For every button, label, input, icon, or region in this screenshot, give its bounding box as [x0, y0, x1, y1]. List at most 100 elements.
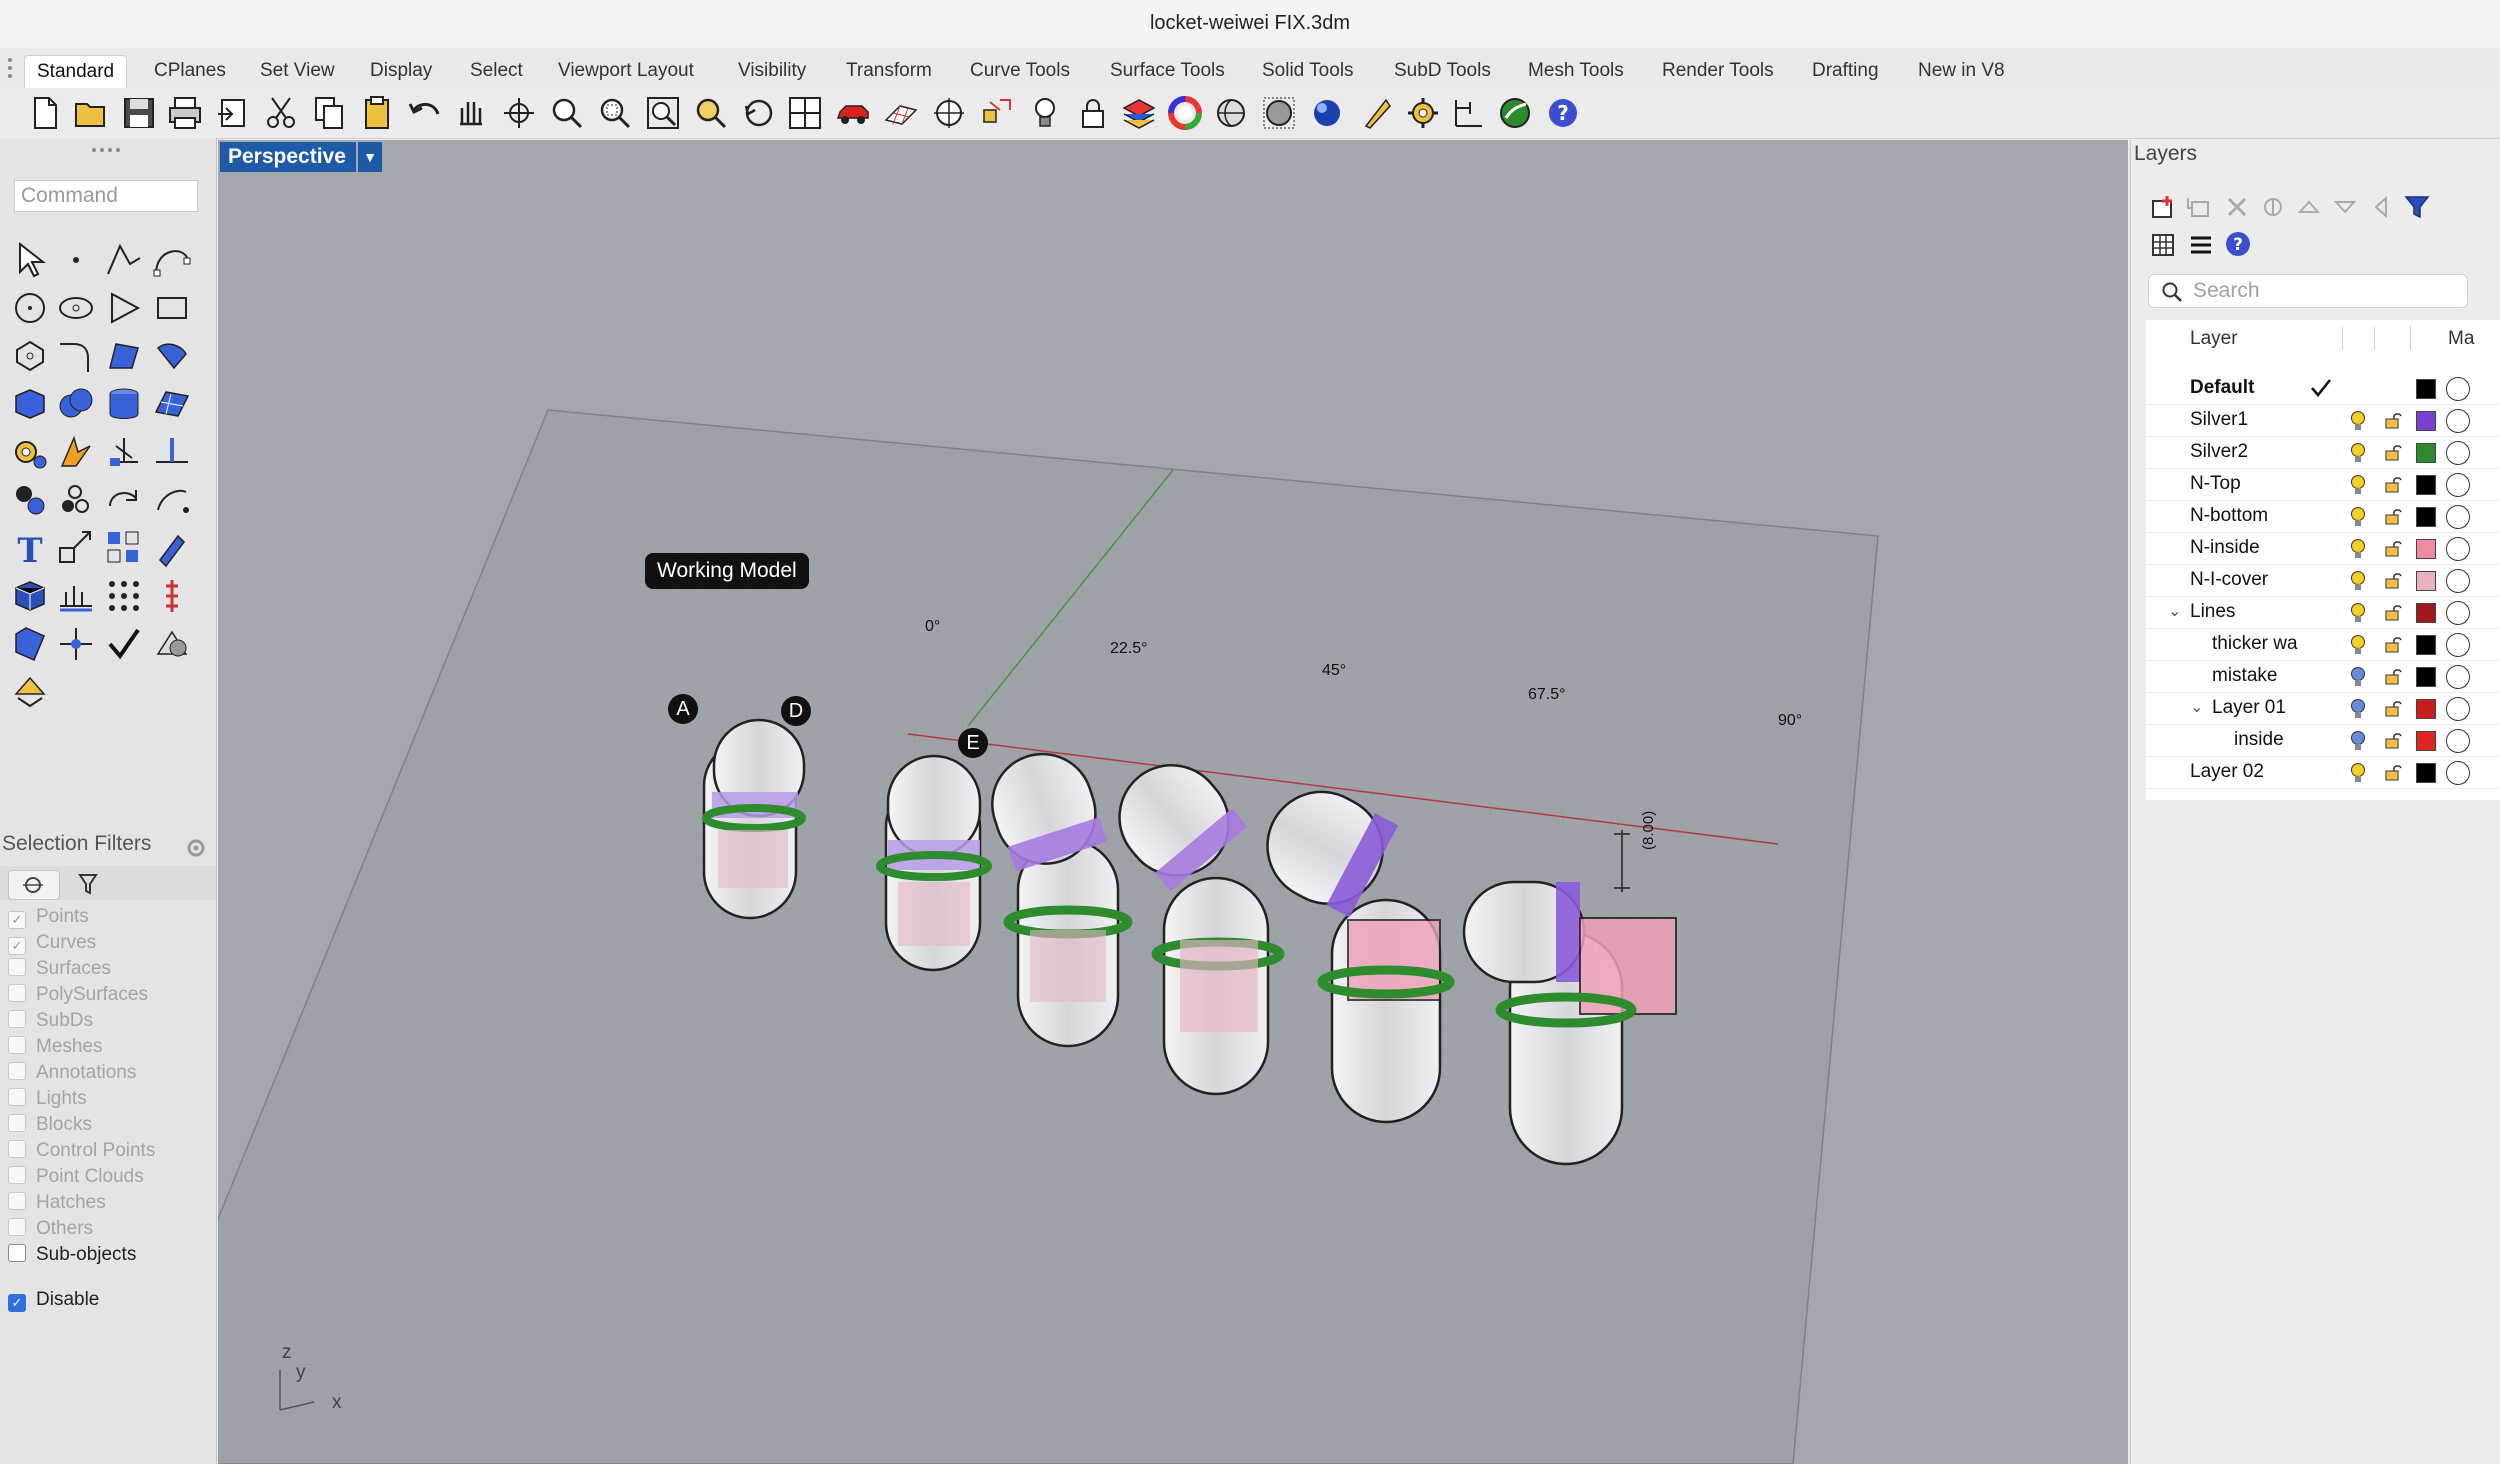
edit-pencil-icon[interactable] — [152, 528, 192, 568]
layer-color-swatch[interactable] — [2416, 763, 2436, 783]
arc-icon[interactable] — [104, 288, 144, 328]
options-gear-icon[interactable] — [1404, 94, 1442, 132]
named-view-car-icon[interactable] — [834, 94, 872, 132]
material-circle-icon[interactable] — [2446, 665, 2470, 689]
tab-select[interactable]: Select — [458, 55, 535, 87]
checkbox-surfaces[interactable] — [8, 958, 26, 976]
unlocked-icon[interactable] — [2384, 763, 2402, 781]
table-view-icon[interactable] — [2150, 232, 2176, 258]
layer-search-field[interactable]: Search — [2148, 274, 2468, 308]
gumball-icon[interactable] — [978, 94, 1016, 132]
tab-cplanes[interactable]: CPlanes — [142, 55, 238, 87]
material-circle-icon[interactable] — [2446, 569, 2470, 593]
checkbox-blocks[interactable] — [8, 1114, 26, 1132]
select-arrow-icon[interactable] — [10, 240, 50, 280]
move-down-icon[interactable] — [2332, 194, 2358, 220]
rectangle-icon[interactable] — [152, 288, 192, 328]
tab-selection-filter[interactable] — [62, 870, 112, 898]
gear-tools-icon[interactable] — [10, 432, 50, 472]
tab-curve-tools[interactable]: Curve Tools — [958, 55, 1082, 87]
light-bulb-on-icon[interactable] — [2348, 602, 2368, 624]
layer-filter-icon[interactable] — [2260, 194, 2286, 220]
checkbox-others[interactable] — [8, 1218, 26, 1236]
material-circle-icon[interactable] — [2446, 729, 2470, 753]
new-layer-icon[interactable] — [2150, 194, 2176, 220]
extrude-surface-icon[interactable] — [152, 336, 192, 376]
tab-solid-tools[interactable]: Solid Tools — [1250, 55, 1366, 87]
layer-row-n-inside[interactable]: N-inside — [2146, 532, 2500, 565]
layer-color-swatch[interactable] — [2416, 731, 2436, 751]
unlocked-icon[interactable] — [2384, 411, 2402, 429]
command-input[interactable]: Command — [14, 180, 198, 212]
checkbox-disable[interactable]: ✓ — [8, 1294, 26, 1312]
help-icon[interactable]: ? — [1544, 94, 1582, 132]
checkbox-meshes[interactable] — [8, 1036, 26, 1054]
filter-lights[interactable]: Lights — [8, 1088, 87, 1112]
grasshopper-icon[interactable] — [1496, 94, 1534, 132]
layer-row-n-i-cover[interactable]: N-I-cover — [2146, 564, 2500, 597]
checkbox-control-points[interactable] — [8, 1140, 26, 1158]
cut-icon[interactable] — [262, 94, 300, 132]
zoom-extents-icon[interactable] — [644, 94, 682, 132]
tab-surface-tools[interactable]: Surface Tools — [1098, 55, 1237, 87]
layer-color-swatch[interactable] — [2416, 603, 2436, 623]
rotate-icon[interactable] — [104, 480, 144, 520]
shaded-sphere-icon[interactable] — [1212, 94, 1250, 132]
tab-standard[interactable]: Standard — [24, 55, 128, 88]
filter-annotations[interactable]: Annotations — [8, 1062, 136, 1086]
list-menu-icon[interactable] — [2188, 232, 2214, 258]
layer-row-layer-01[interactable]: ⌄ Layer 01 — [2146, 692, 2500, 725]
light-bulb-off-icon[interactable] — [2348, 730, 2368, 752]
unlocked-icon[interactable] — [2384, 475, 2402, 493]
zoom-selected-icon[interactable] — [692, 94, 730, 132]
zoom-icon[interactable] — [548, 94, 586, 132]
boolean-union-icon[interactable] — [56, 384, 96, 424]
layer-row-default[interactable]: Default — [2146, 372, 2500, 405]
copy-icon[interactable] — [310, 94, 348, 132]
perspective-viewport[interactable]: 0° 22.5° 45° 67.5° 90° (8.00) z y x — [218, 140, 2128, 1464]
render-object-icon[interactable] — [152, 624, 192, 664]
filter-funnel-icon[interactable] — [2404, 194, 2430, 220]
tab-new-in-v8[interactable]: New in V8 — [1906, 55, 2017, 87]
layer-color-swatch[interactable] — [2416, 443, 2436, 463]
move-out-icon[interactable] — [2368, 194, 2394, 220]
material-circle-icon[interactable] — [2446, 537, 2470, 561]
filter-sub-objects[interactable]: Sub-objects — [8, 1244, 136, 1268]
osnap-icon[interactable] — [930, 94, 968, 132]
group-icon[interactable] — [10, 480, 50, 520]
layer-row-silver1[interactable]: Silver1 — [2146, 404, 2500, 437]
unlocked-icon[interactable] — [2384, 571, 2402, 589]
layer-color-swatch[interactable] — [2416, 539, 2436, 559]
expand-chevron-icon[interactable]: ⌄ — [2190, 697, 2203, 717]
checkbox-lights[interactable] — [8, 1088, 26, 1106]
material-circle-icon[interactable] — [2446, 697, 2470, 721]
new-file-icon[interactable] — [26, 94, 64, 132]
unlocked-icon[interactable] — [2384, 539, 2402, 557]
tab-osnap-filter[interactable] — [8, 870, 60, 900]
tab-subd-tools[interactable]: SubD Tools — [1382, 55, 1503, 87]
layer-color-swatch[interactable] — [2416, 411, 2436, 431]
unlocked-icon[interactable] — [2384, 443, 2402, 461]
material-circle-icon[interactable] — [2446, 377, 2470, 401]
filter-meshes[interactable]: Meshes — [8, 1036, 103, 1060]
render-icon[interactable] — [1308, 94, 1346, 132]
light-bulb-on-icon[interactable] — [2348, 474, 2368, 496]
print-icon[interactable] — [166, 94, 204, 132]
filter-polysurfaces[interactable]: PolySurfaces — [8, 984, 148, 1008]
split-icon[interactable] — [152, 432, 192, 472]
layer-color-swatch[interactable] — [2416, 571, 2436, 591]
array-icon[interactable] — [104, 528, 144, 568]
light-bulb-off-icon[interactable] — [2348, 698, 2368, 720]
check-icon[interactable] — [104, 624, 144, 664]
lock-icon[interactable] — [1074, 94, 1112, 132]
checkbox-subds[interactable] — [8, 1010, 26, 1028]
drafting-icon[interactable] — [10, 624, 50, 664]
cylinder-icon[interactable] — [104, 384, 144, 424]
point-icon[interactable] — [56, 240, 96, 280]
transform-move-icon[interactable] — [56, 624, 96, 664]
filter-blocks[interactable]: Blocks — [8, 1114, 92, 1138]
viewport-canvas[interactable] — [218, 140, 2128, 1464]
checkbox-point-clouds[interactable] — [8, 1166, 26, 1184]
light-bulb-on-icon[interactable] — [2348, 570, 2368, 592]
paste-icon[interactable] — [358, 94, 396, 132]
